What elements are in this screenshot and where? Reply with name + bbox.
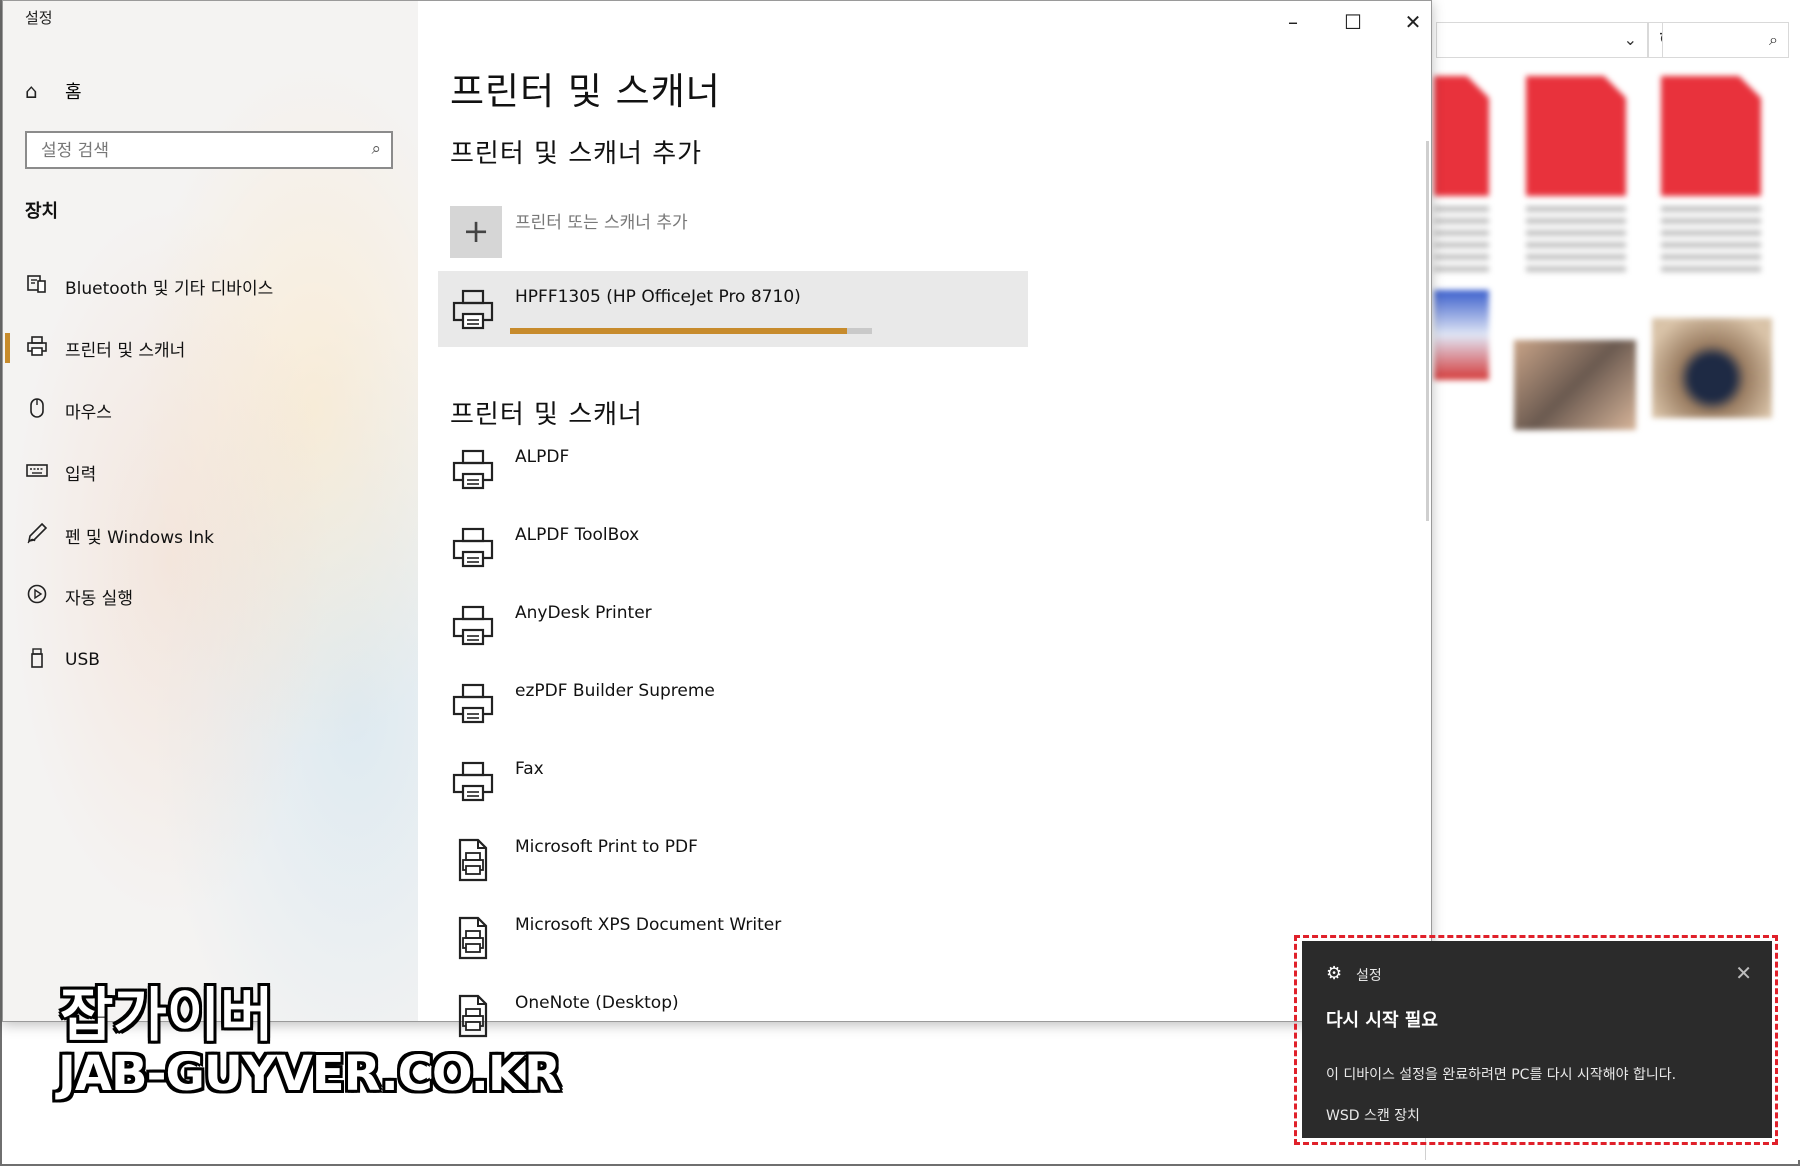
printer-icon xyxy=(450,447,496,493)
printer-name: HPFF1305 (HP OfficeJet Pro 8710) xyxy=(515,287,801,307)
printer-name: AnyDesk Printer xyxy=(515,603,652,623)
section-title: 장치 xyxy=(25,201,59,222)
plus-icon: + xyxy=(462,212,490,250)
content-scrollbar[interactable] xyxy=(1426,141,1429,521)
settings-sidebar: 설정 ⌂ 홈 ⌕ 장치 Bluetooth 및 기타 디바이스 프린터 및 스캐… xyxy=(3,1,418,1021)
toast-message: 이 디바이스 설정을 완료하려면 PC를 다시 시작해야 합니다. xyxy=(1326,1067,1677,1083)
install-progress-bar xyxy=(510,328,872,334)
sidebar-item-label: 입력 xyxy=(65,464,97,485)
sidebar-item-usb[interactable]: USB xyxy=(3,637,418,683)
sidebar-item-autoplay[interactable]: 자동 실행 xyxy=(3,573,418,619)
minimize-button[interactable]: – xyxy=(1268,7,1318,37)
settings-search-box[interactable]: ⌕ xyxy=(25,131,393,169)
printer-name: ezPDF Builder Supreme xyxy=(515,681,715,701)
toast-source: WSD 스캔 장치 xyxy=(1326,1108,1420,1124)
home-icon: ⌂ xyxy=(25,79,38,103)
pdf-file-thumbnail[interactable] xyxy=(1661,76,1761,276)
add-printer-button[interactable]: + xyxy=(450,206,502,258)
sidebar-item-pen[interactable]: 펜 및 Windows Ink xyxy=(3,512,418,558)
sidebar-item-label: 펜 및 Windows Ink xyxy=(65,527,215,548)
image-file-thumbnail[interactable] xyxy=(1514,340,1636,430)
printer-icon xyxy=(25,335,49,362)
close-icon[interactable]: ✕ xyxy=(1735,961,1752,985)
keyboard-icon xyxy=(25,459,49,486)
sidebar-item-printers[interactable]: 프린터 및 스캐너 xyxy=(3,325,418,371)
printer-name: ALPDF xyxy=(515,447,570,467)
toast-title: 다시 시작 필요 xyxy=(1326,1010,1438,1031)
usb-icon xyxy=(25,647,49,674)
document-printer-icon xyxy=(450,993,496,1039)
watermark-url: JAB-GUYVER.CO.KR xyxy=(58,1046,561,1102)
pdf-file-thumbnail[interactable] xyxy=(1434,76,1489,276)
home-label: 홈 xyxy=(65,82,82,103)
sidebar-item-label: 자동 실행 xyxy=(65,588,133,609)
sidebar-item-mouse[interactable]: 마우스 xyxy=(3,387,418,433)
settings-main-content: – ☐ ✕ 프린터 및 스캐너 프린터 및 스캐너 추가 + 프린터 또는 스캐… xyxy=(418,1,1431,1038)
image-file-thumbnail[interactable] xyxy=(1434,290,1489,380)
sidebar-item-label: USB xyxy=(65,650,100,670)
window-title: 설정 xyxy=(25,9,53,27)
chevron-down-icon[interactable]: ⌄ xyxy=(1624,30,1637,49)
search-icon: ⌕ xyxy=(371,139,381,159)
close-button[interactable]: ✕ xyxy=(1388,7,1438,37)
watermark-korean: 잡가이버 xyxy=(60,981,274,1049)
document-printer-icon xyxy=(450,915,496,961)
bluetooth-device-icon xyxy=(25,273,49,300)
settings-window: 설정 ⌂ 홈 ⌕ 장치 Bluetooth 및 기타 디바이스 프린터 및 스캐… xyxy=(2,0,1432,1038)
add-section-title: 프린터 및 스캐너 추가 xyxy=(450,139,703,169)
explorer-address-bar[interactable]: ⌄ xyxy=(1436,22,1648,58)
sidebar-item-label: 프린터 및 스캐너 xyxy=(65,340,186,361)
explorer-search-box[interactable]: ⌕ xyxy=(1662,22,1789,58)
pen-icon xyxy=(25,522,49,549)
printer-name: Microsoft Print to PDF xyxy=(515,837,698,857)
maximize-button[interactable]: ☐ xyxy=(1328,7,1378,37)
mouse-icon xyxy=(25,397,49,424)
gear-icon: ⚙ xyxy=(1326,963,1343,984)
installing-printer-item[interactable] xyxy=(438,271,1028,347)
sidebar-item-label: 마우스 xyxy=(65,402,112,423)
printer-name: OneNote (Desktop) xyxy=(515,993,679,1013)
printer-icon xyxy=(450,525,496,571)
restart-required-toast[interactable]: ⚙ 설정 ✕ 다시 시작 필요 이 디바이스 설정을 완료하려면 PC를 다시 … xyxy=(1302,941,1772,1138)
search-icon: ⌕ xyxy=(1769,30,1778,49)
page-title: 프린터 및 스캐너 xyxy=(450,70,721,113)
printer-icon xyxy=(450,759,496,805)
sidebar-item-typing[interactable]: 입력 xyxy=(3,449,418,495)
sidebar-item-label: Bluetooth 및 기타 디바이스 xyxy=(65,278,274,299)
home-nav-item[interactable]: ⌂ 홈 xyxy=(25,76,82,106)
printer-name: ALPDF ToolBox xyxy=(515,525,640,545)
printer-icon xyxy=(450,603,496,649)
printer-name: Microsoft XPS Document Writer xyxy=(515,915,782,935)
printer-icon xyxy=(450,287,496,333)
printer-icon xyxy=(450,681,496,727)
search-input[interactable] xyxy=(39,138,363,164)
image-file-thumbnail[interactable] xyxy=(1652,318,1772,418)
pdf-file-thumbnail[interactable] xyxy=(1526,76,1626,276)
toast-app-name: 설정 xyxy=(1356,968,1382,984)
sidebar-item-bluetooth[interactable]: Bluetooth 및 기타 디바이스 xyxy=(3,263,418,309)
printer-name: Fax xyxy=(515,759,544,779)
autoplay-icon xyxy=(25,583,49,610)
add-printer-label[interactable]: 프린터 또는 스캐너 추가 xyxy=(515,208,688,233)
printer-list-title: 프린터 및 스캐너 xyxy=(450,400,643,430)
document-printer-icon xyxy=(450,837,496,883)
install-progress-fill xyxy=(510,328,847,334)
